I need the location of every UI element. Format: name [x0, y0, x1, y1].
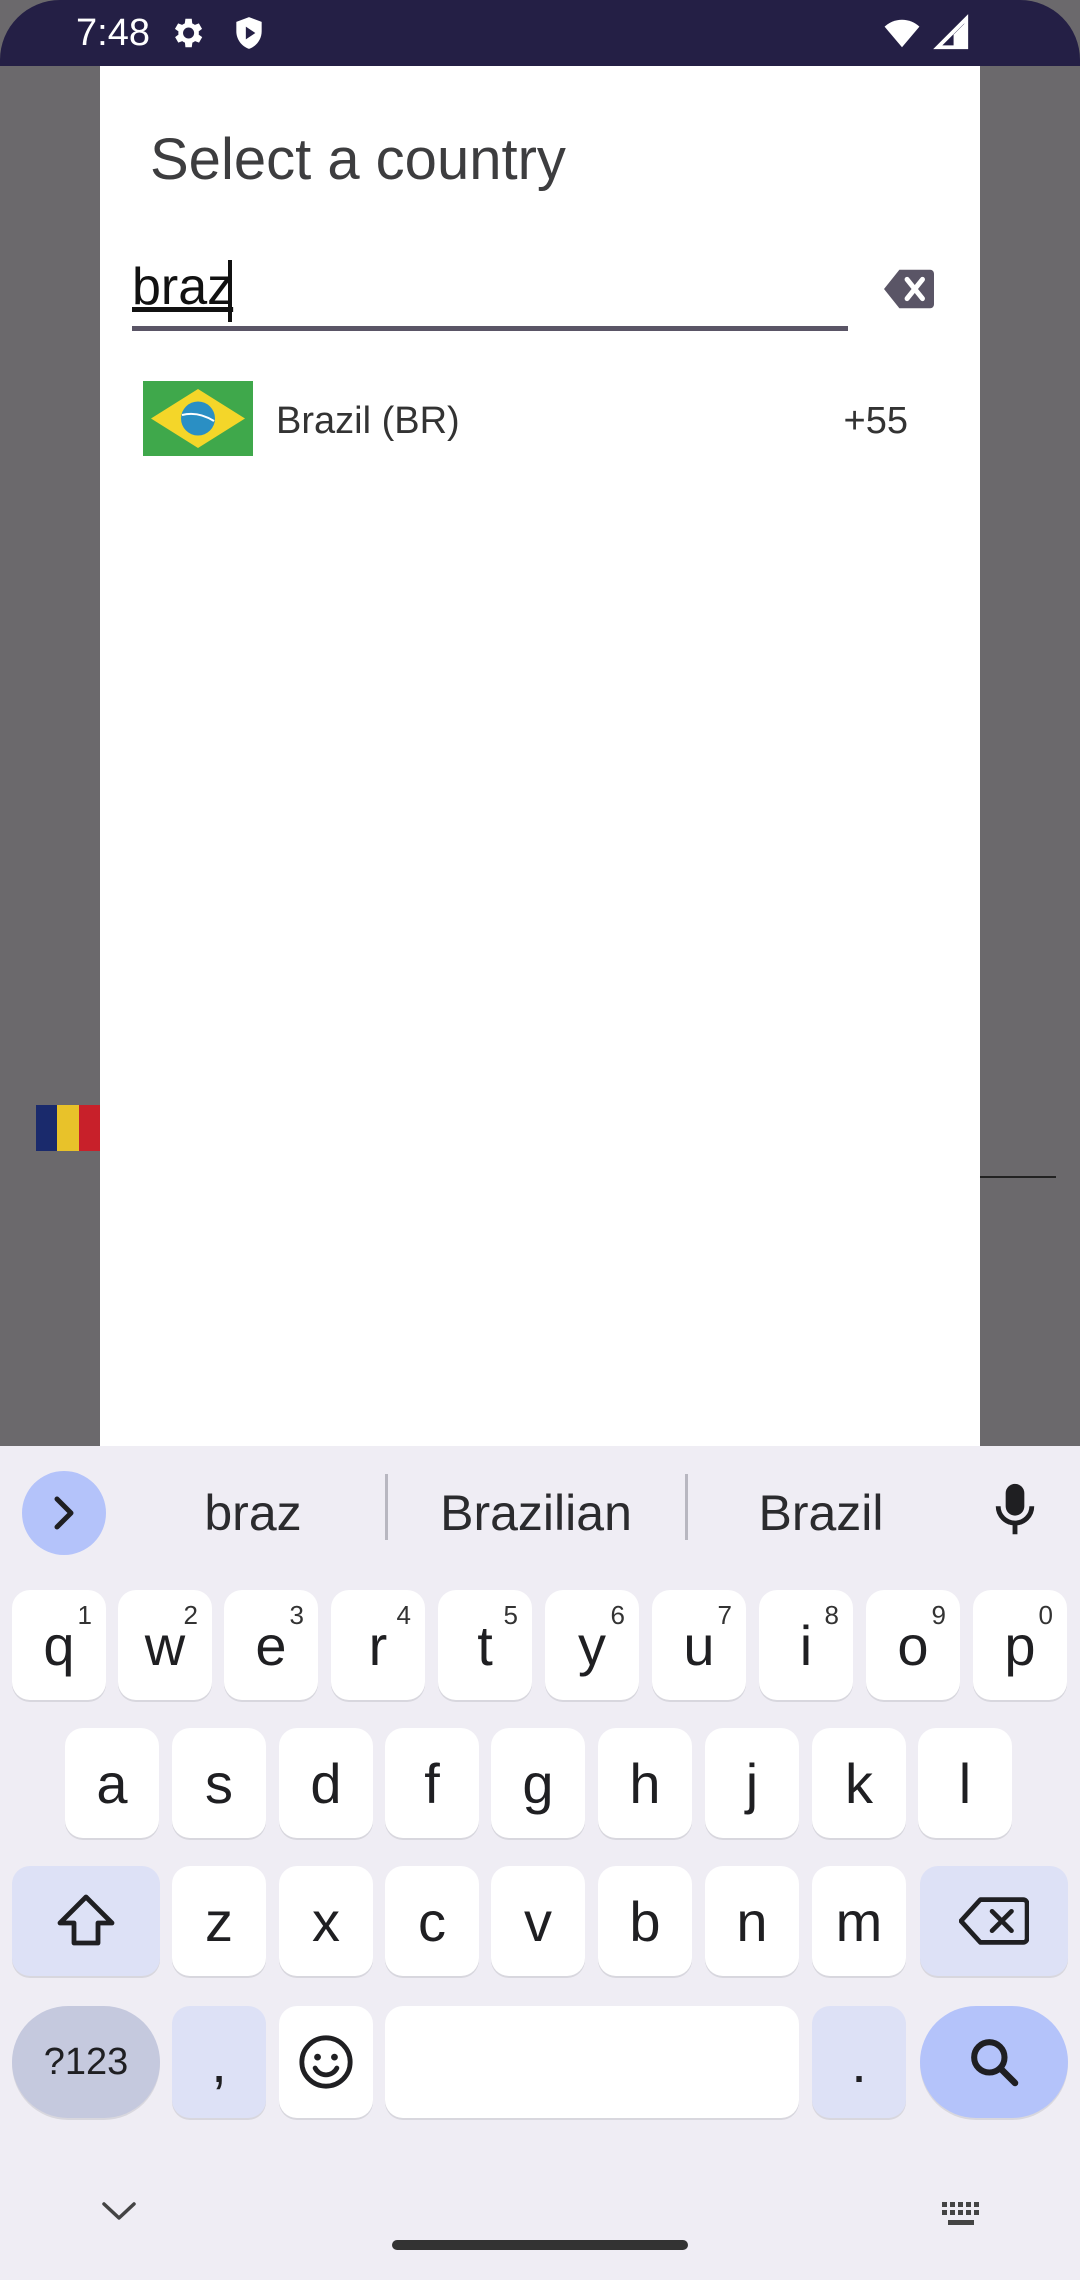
key-j[interactable]: j [705, 1728, 799, 1838]
key-q[interactable]: q1 [12, 1590, 106, 1700]
key-a[interactable]: a [65, 1728, 159, 1838]
key-v[interactable]: v [491, 1866, 585, 1976]
key-l[interactable]: l [918, 1728, 1012, 1838]
key-hint: 3 [289, 1600, 304, 1630]
background-input-underline [980, 1176, 1056, 1178]
key-hint: 7 [717, 1600, 732, 1630]
key-hint: 4 [396, 1600, 411, 1630]
key-h[interactable]: h [598, 1728, 692, 1838]
key-label: r [368, 1613, 388, 1677]
hide-keyboard-icon[interactable] [100, 2200, 138, 2222]
key-hint: 9 [931, 1600, 946, 1630]
status-time: 7:48 [76, 12, 150, 54]
key-m[interactable]: m [812, 1866, 906, 1976]
keyboard-switch-icon[interactable] [940, 2200, 986, 2230]
backspace-icon [959, 1897, 1029, 1945]
key-label: i [799, 1613, 813, 1677]
chevron-right-icon [54, 1496, 74, 1530]
key-label: o [897, 1613, 929, 1677]
shield-play-icon [236, 17, 262, 49]
key-hint: 0 [1038, 1600, 1053, 1630]
key-u[interactable]: u7 [652, 1590, 746, 1700]
microphone-icon[interactable] [992, 1482, 1038, 1538]
key-hint: 6 [610, 1600, 625, 1630]
suggestion-divider [385, 1474, 388, 1540]
signal-icon [933, 14, 969, 50]
wifi-icon [884, 19, 920, 48]
country-list-item[interactable]: Brazil (BR) +55 [100, 366, 980, 466]
key-label: u [683, 1613, 715, 1677]
search-action-key[interactable] [920, 2006, 1068, 2118]
key-p[interactable]: p0 [973, 1590, 1067, 1700]
settings-icon [174, 18, 203, 48]
suggestion-strip: braz Brazilian Brazil [0, 1446, 1080, 1564]
spacebar-key[interactable] [385, 2006, 799, 2118]
symbols-key[interactable]: ?123 [12, 2006, 160, 2118]
clear-search-icon[interactable] [884, 266, 934, 312]
background-flag-icon [36, 1105, 100, 1151]
text-caret [228, 260, 232, 322]
status-bar: 7:48 [0, 0, 1080, 66]
dial-code: +55 [843, 400, 908, 442]
country-search-input[interactable] [132, 252, 848, 331]
suggestion-divider [685, 1474, 688, 1540]
soft-keyboard: braz Brazilian Brazil q1 w2 e3 r4 t5 y6 … [0, 1446, 1080, 2280]
key-hint: 2 [183, 1600, 198, 1630]
key-o[interactable]: o9 [866, 1590, 960, 1700]
key-c[interactable]: c [385, 1866, 479, 1976]
key-x[interactable]: x [279, 1866, 373, 1976]
key-n[interactable]: n [705, 1866, 799, 1976]
emoji-key[interactable] [279, 2006, 373, 2118]
key-hint: 5 [503, 1600, 518, 1630]
shift-icon [57, 1894, 115, 1946]
backspace-key[interactable] [920, 1866, 1068, 1976]
expand-toolbar-button[interactable] [22, 1471, 106, 1555]
key-f[interactable]: f [385, 1728, 479, 1838]
key-b[interactable]: b [598, 1866, 692, 1976]
country-name: Brazil (BR) [276, 400, 460, 442]
key-z[interactable]: z [172, 1866, 266, 1976]
key-label: q [43, 1613, 75, 1677]
home-gesture-bar[interactable] [392, 2240, 688, 2250]
key-label: w [144, 1613, 186, 1677]
suggestion-3[interactable]: Brazil [716, 1484, 926, 1542]
key-i[interactable]: i8 [759, 1590, 853, 1700]
emoji-icon [299, 2035, 353, 2089]
key-r[interactable]: r4 [331, 1590, 425, 1700]
comma-key[interactable]: , [172, 2006, 266, 2118]
key-label: t [477, 1613, 493, 1677]
period-key[interactable]: . [812, 2006, 906, 2118]
suggestion-1[interactable]: braz [150, 1484, 356, 1542]
shift-key[interactable] [12, 1866, 160, 1976]
key-hint: 1 [77, 1600, 92, 1630]
key-label: p [1004, 1613, 1036, 1677]
key-s[interactable]: s [172, 1728, 266, 1838]
key-label: e [255, 1613, 287, 1677]
search-icon [971, 2039, 1019, 2087]
key-label: y [578, 1613, 606, 1677]
key-k[interactable]: k [812, 1728, 906, 1838]
key-t[interactable]: t5 [438, 1590, 532, 1700]
key-d[interactable]: d [279, 1728, 373, 1838]
key-g[interactable]: g [491, 1728, 585, 1838]
key-y[interactable]: y6 [545, 1590, 639, 1700]
key-w[interactable]: w2 [118, 1590, 212, 1700]
dialog-title: Select a country [150, 127, 566, 192]
key-e[interactable]: e3 [224, 1590, 318, 1700]
brazil-flag-icon [143, 381, 253, 456]
key-hint: 8 [824, 1600, 839, 1630]
country-picker-dialog: Select a country Brazil (BR) +55 [100, 66, 980, 1446]
suggestion-2[interactable]: Brazilian [416, 1484, 656, 1542]
